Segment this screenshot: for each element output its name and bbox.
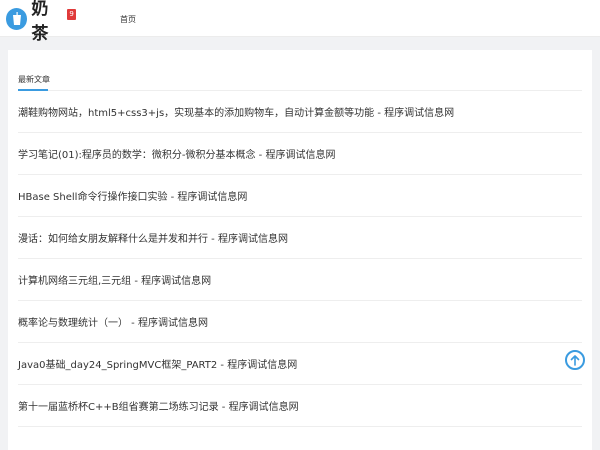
list-item: 计算机网络三元组,三元组 - 程序调试信息网 <box>18 259 582 301</box>
article-link[interactable]: HBase Shell命令行操作接口实验 - 程序调试信息网 <box>18 188 247 203</box>
arrow-up-icon <box>570 354 580 366</box>
nav-home-link[interactable]: 首页 <box>120 14 136 25</box>
article-link[interactable]: 学习笔记(01):程序员的数学：微积分-微积分基本概念 - 程序调试信息网 <box>18 146 335 161</box>
list-item: 漫话：如何给女朋友解释什么是并发和并行 - 程序调试信息网 <box>18 217 582 259</box>
article-link[interactable]: Java0基础_day24_SpringMVC框架_PART2 - 程序调试信息… <box>18 356 297 371</box>
list-item: 第十一届蓝桥杯C++B组省赛第二场练习记录 - 程序调试信息网 <box>18 385 582 427</box>
article-link[interactable]: 计算机网络三元组,三元组 - 程序调试信息网 <box>18 272 211 287</box>
article-link[interactable]: 潮鞋购物网站，html5+css3+js，实现基本的添加购物车，自动计算金额等功… <box>18 104 454 119</box>
list-item: HBase Shell命令行操作接口实验 - 程序调试信息网 <box>18 175 582 217</box>
back-to-top-button[interactable] <box>565 350 585 370</box>
list-item: 学习笔记(01):程序员的数学：微积分-微积分基本概念 - 程序调试信息网 <box>18 133 582 175</box>
article-link[interactable]: 概率论与数理统计（一） - 程序调试信息网 <box>18 314 208 329</box>
logo-text: 奶茶 <box>31 0 50 44</box>
list-item: 潮鞋购物网站，html5+css3+js，实现基本的添加购物车，自动计算金额等功… <box>18 91 582 133</box>
top-navbar: 奶茶 9 首页 <box>0 0 600 44</box>
cup-icon <box>6 8 28 30</box>
list-item: 概率论与数理统计（一） - 程序调试信息网 <box>18 301 582 343</box>
logo-badge: 9 <box>67 8 76 20</box>
section-title: 最新文章 <box>18 75 50 84</box>
site-logo[interactable]: 奶茶 9 <box>6 0 76 44</box>
article-link[interactable]: 漫话：如何给女朋友解释什么是并发和并行 - 程序调试信息网 <box>18 230 288 245</box>
latest-articles-panel: 最新文章 潮鞋购物网站，html5+css3+js，实现基本的添加购物车，自动计… <box>8 50 592 450</box>
article-link[interactable]: 第十一届蓝桥杯C++B组省赛第二场练习记录 - 程序调试信息网 <box>18 398 299 413</box>
article-list: 潮鞋购物网站，html5+css3+js，实现基本的添加购物车，自动计算金额等功… <box>18 91 582 427</box>
list-item: Java0基础_day24_SpringMVC框架_PART2 - 程序调试信息… <box>18 343 582 385</box>
